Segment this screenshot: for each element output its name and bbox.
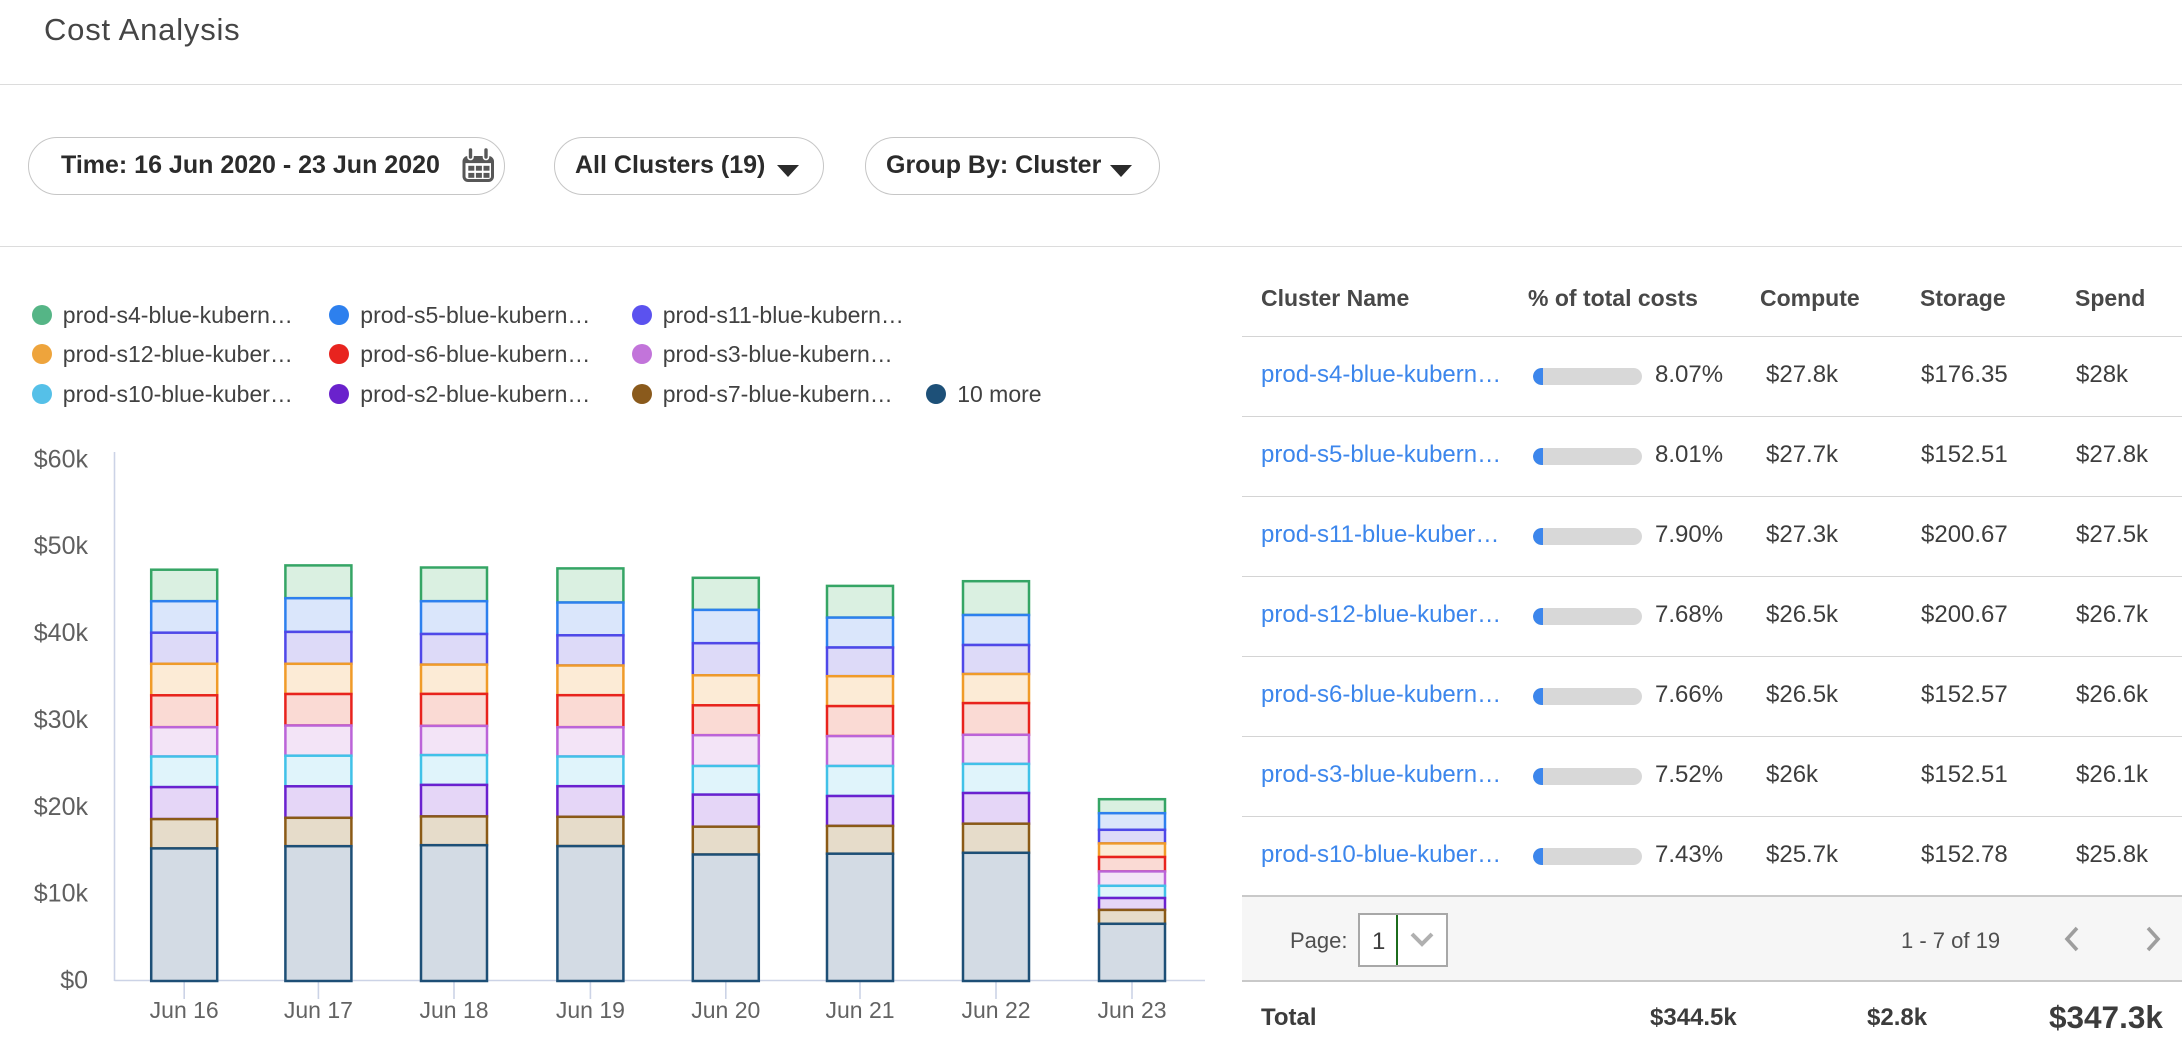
svg-text:Jun 21: Jun 21: [825, 997, 894, 1023]
svg-text:Jun 17: Jun 17: [284, 997, 353, 1023]
svg-text:$0: $0: [60, 967, 88, 995]
svg-text:Jun 16: Jun 16: [150, 997, 219, 1023]
svg-text:Jun 18: Jun 18: [419, 997, 488, 1023]
svg-text:$50k: $50k: [34, 532, 89, 560]
svg-text:$30k: $30k: [34, 706, 89, 734]
svg-text:Jun 20: Jun 20: [691, 997, 760, 1023]
svg-text:Jun 22: Jun 22: [961, 997, 1030, 1023]
svg-text:$20k: $20k: [34, 793, 89, 821]
svg-text:$40k: $40k: [34, 619, 89, 647]
svg-text:$60k: $60k: [34, 445, 89, 473]
svg-text:$10k: $10k: [34, 880, 89, 908]
svg-text:Jun 19: Jun 19: [556, 997, 625, 1023]
svg-text:Jun 23: Jun 23: [1097, 997, 1166, 1023]
